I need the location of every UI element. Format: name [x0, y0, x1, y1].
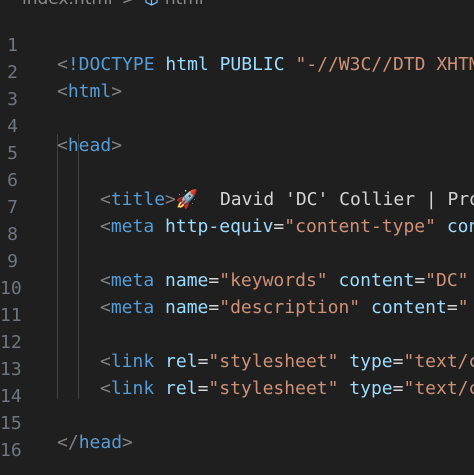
- code-line: 3: [0, 67, 474, 94]
- code-line: 5: [0, 121, 474, 148]
- breadcrumb-file[interactable]: index.html: [22, 0, 113, 9]
- breadcrumb-separator: >: [122, 0, 136, 9]
- code-line: 8: [0, 202, 474, 229]
- code-line: 12 <link rel="stylesheet" type="text/c: [0, 310, 474, 337]
- code-line: 15 </head>: [0, 391, 474, 418]
- code-line: 7 <meta http-equiv="content-type" con: [0, 175, 474, 202]
- code-line: 14: [0, 364, 474, 391]
- line-number: 16: [0, 437, 18, 464]
- code-editor[interactable]: 1 <!DOCTYPE html PUBLIC "-//W3C//DTD XHT…: [0, 13, 474, 443]
- code-line: 10 <meta name="description" content=": [0, 256, 474, 283]
- code-line: 9 <meta name="keywords" content="DC": [0, 229, 474, 256]
- code-line: 13 <link rel="stylesheet" type="text/c: [0, 337, 474, 364]
- code-line: 2 <html>: [0, 40, 474, 67]
- code-line: 1 <!DOCTYPE html PUBLIC "-//W3C//DTD XHT…: [0, 13, 474, 40]
- breadcrumb-symbol[interactable]: html: [165, 0, 204, 9]
- breadcrumb: index.html > html: [0, 0, 474, 10]
- code-line: 16: [0, 418, 474, 445]
- code-line: 11: [0, 283, 474, 310]
- code-line: 6 <title>🚀 David 'DC' Collier | Pro: [0, 148, 474, 175]
- code-line: 4 <head>: [0, 94, 474, 121]
- cube-icon: [145, 0, 158, 6]
